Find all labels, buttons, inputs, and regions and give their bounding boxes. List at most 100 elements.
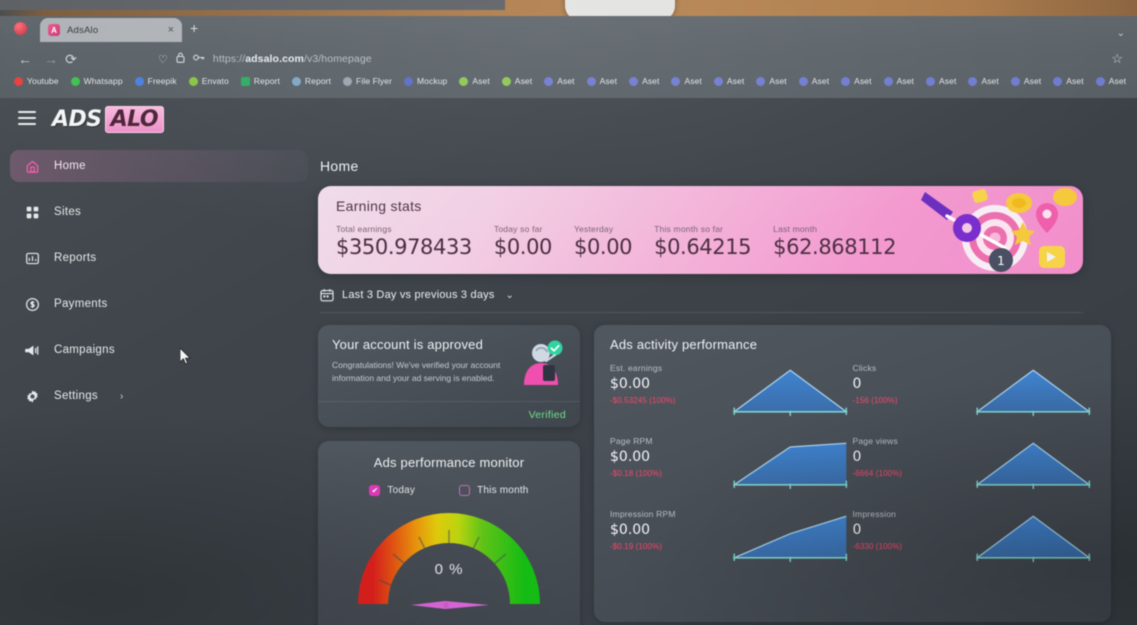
bookmark-label: Aset (557, 76, 575, 86)
bookmark-item[interactable]: Envato (183, 76, 235, 86)
app-root: ADS ALO Home Sites Reports Payments Campaign… (0, 98, 1137, 625)
sidebar-item-settings[interactable]: Settings › (10, 380, 308, 412)
metric-value: 0 (852, 449, 862, 465)
date-range-selector[interactable]: Last 3 Day vs previous 3 days ⌄ (320, 288, 514, 302)
app-header: ADS ALO (0, 98, 1137, 142)
bookmark-label: Youtube (27, 76, 59, 86)
key-icon[interactable] (193, 53, 205, 65)
metric-sparkline-chart (728, 362, 853, 418)
app-logo[interactable]: ADS ALO (52, 106, 165, 133)
sidebar-item-payments[interactable]: Payments (10, 288, 308, 320)
bookmark-item[interactable]: Aset (1132, 76, 1137, 86)
bookmark-item[interactable]: Aset (453, 76, 495, 86)
sidebar-item-label: Campaigns (54, 344, 115, 356)
bookmark-item[interactable]: Whatsapp (65, 76, 129, 86)
bookmark-item[interactable]: Aset (496, 76, 538, 86)
bookmark-favicon-icon (883, 76, 893, 86)
report-icon (24, 250, 40, 266)
bookmark-item[interactable]: Aset (835, 76, 877, 86)
bookmark-label: Envato (201, 76, 229, 86)
metric-label: Page RPM (610, 436, 653, 446)
megaphone-icon (24, 342, 40, 358)
sidebar-item-sites[interactable]: Sites (10, 196, 308, 228)
bookmark-item[interactable]: Report (235, 76, 286, 86)
bookmark-label: Report (253, 76, 280, 86)
earning-stats-cells: Total earnings $350.978433 Today so far $0.… (336, 224, 918, 259)
bookmark-favicon-icon (968, 76, 978, 86)
earning-stat-value: $0.00 (493, 235, 553, 259)
sidebar-item-home[interactable]: Home (10, 150, 308, 182)
bookmark-item[interactable]: Aset (1005, 76, 1047, 86)
bookmark-item[interactable]: Mockup (398, 76, 453, 86)
earning-stat-value: $350.978433 (336, 235, 472, 259)
activity-title: Ads activity performance (610, 337, 758, 352)
earning-stat-label: Total earnings (336, 224, 392, 234)
browser-tabstrip: A AdsAlo × + (0, 16, 1137, 42)
ads-performance-monitor-card: Ads performance monitor ✔ Today This month (318, 441, 580, 625)
monitor-option-this-month[interactable]: This month (459, 485, 528, 496)
checkbox-icon[interactable]: ✔ (369, 485, 381, 496)
chevron-down-icon[interactable]: ⌄ (1117, 28, 1125, 39)
bookmark-item[interactable]: Aset (962, 76, 1004, 86)
bookmark-item[interactable]: File Flyer (337, 76, 398, 86)
bookmark-favicon-icon (1010, 76, 1020, 86)
bookmark-item[interactable]: Aset (878, 76, 920, 86)
sidebar-item-reports[interactable]: Reports (10, 242, 308, 274)
metric-delta: -6330 (100%) (852, 542, 903, 551)
bookmark-item[interactable]: Freepik (129, 76, 183, 86)
ads-activity-performance-card: Ads activity performance Est. earnings $0… (594, 325, 1111, 622)
bookmark-item[interactable]: Aset (708, 76, 750, 86)
bookmark-item[interactable]: Aset (1047, 76, 1089, 86)
shield-icon[interactable]: ♡ (158, 53, 168, 66)
screen-photo: A AdsAlo × + ← → ⟳ ♡ https://adsalo.com/… (0, 0, 1137, 625)
monitor-options: ✔ Today This month (332, 485, 566, 496)
metric-delta: -$0.18 (100%) (610, 469, 662, 478)
metric-delta: -$0.53245 (100%) (610, 396, 676, 405)
browser-tab[interactable]: A AdsAlo × (40, 18, 182, 42)
new-tab-icon[interactable]: + (190, 21, 198, 35)
bookmark-star-icon[interactable]: ☆ (1111, 51, 1123, 67)
bookmark-label: Aset (726, 76, 745, 86)
page-title: Home (320, 158, 359, 174)
reload-icon[interactable]: ⟳ (62, 50, 80, 68)
bookmark-favicon-icon (544, 76, 554, 86)
forward-icon[interactable]: → (42, 50, 60, 68)
bookmark-favicon-icon (240, 76, 250, 86)
sidebar-item-label: Sites (54, 206, 82, 218)
monitor-option-label: Today (387, 485, 416, 496)
earning-stat-cell: Today so far $0.00 (493, 224, 553, 259)
address-bar[interactable]: ♡ https://adsalo.com/v3/homepage (158, 49, 372, 69)
bookmark-label: Aset (854, 76, 872, 86)
bookmark-item[interactable]: Aset (665, 76, 707, 86)
metric-delta: -156 (100%) (852, 396, 898, 405)
back-icon[interactable]: ← (16, 50, 34, 68)
metric-text: Page RPM $0.00 -$0.18 (100%) (610, 435, 728, 478)
logo-text-ads: ADS (52, 107, 102, 132)
sidebar-item-campaigns[interactable]: Campaigns (10, 334, 308, 366)
bookmark-item[interactable]: Aset (581, 76, 623, 86)
bookmark-item[interactable]: Aset (750, 76, 792, 86)
desk-background-left (0, 0, 505, 10)
bookmark-favicon-icon (343, 76, 353, 86)
bookmark-item[interactable]: Report (286, 76, 337, 86)
lock-icon[interactable] (176, 52, 185, 66)
gauge-value-label: 0 % (434, 561, 464, 578)
browser-toolbar: ← → ⟳ ♡ https://adsalo.com/v3/homepage ☆ (0, 28, 1137, 74)
bookmark-item[interactable]: Youtube (8, 76, 65, 86)
bookmark-item[interactable]: Aset (623, 76, 665, 86)
close-icon[interactable]: × (168, 24, 174, 36)
bookmark-item[interactable]: Aset (538, 76, 580, 86)
dashboard-grid: Your account is approved Congratulations… (318, 325, 1111, 625)
bookmark-item[interactable]: Aset (793, 76, 835, 86)
bookmark-item[interactable]: Aset (920, 76, 962, 86)
checkbox-icon[interactable] (459, 485, 471, 496)
bookmark-favicon-icon (70, 76, 80, 86)
chevron-down-icon[interactable]: ⌄ (506, 290, 515, 301)
menu-toggle-icon[interactable] (18, 111, 36, 125)
dashboard-left-column: Your account is approved Congratulations… (318, 325, 580, 625)
chevron-right-icon[interactable]: › (120, 391, 123, 402)
monitor-option-today[interactable]: ✔ Today (369, 485, 415, 496)
bookmark-item[interactable]: Aset (1090, 76, 1132, 86)
url-text: https://adsalo.com/v3/homepage (213, 53, 372, 65)
bookmark-label: Aset (642, 76, 660, 86)
